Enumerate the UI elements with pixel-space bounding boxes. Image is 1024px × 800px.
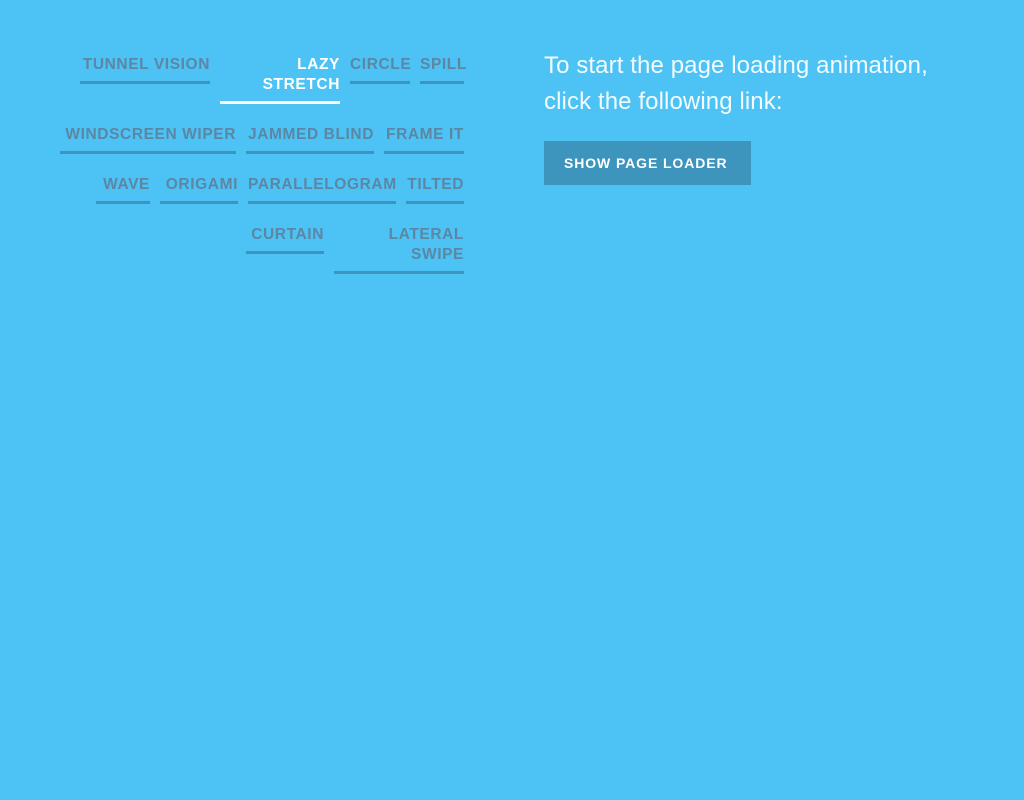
effect-item-lazy-stretch[interactable]: Lazy Stretch: [220, 55, 340, 104]
effect-item-frame-it[interactable]: Frame It: [384, 125, 464, 154]
effect-item-lateral-swipe[interactable]: Lateral Swipe: [334, 225, 464, 274]
show-page-loader-button[interactable]: Show Page Loader: [544, 141, 752, 185]
effect-item-jammed-blind[interactable]: Jammed Blind: [246, 125, 374, 154]
effects-list: Spill Circle Lazy Stretch Tunnel Vision …: [0, 55, 466, 295]
intro-panel: To start the page loading animation, cli…: [544, 48, 964, 185]
effect-item-parallelogram[interactable]: Parallelogram: [248, 175, 396, 204]
effect-item-tilted[interactable]: Tilted: [406, 175, 464, 204]
effect-item-spill[interactable]: Spill: [420, 55, 466, 84]
intro-text: To start the page loading animation, cli…: [544, 52, 928, 115]
effect-item-tunnel-vision[interactable]: Tunnel Vision: [80, 55, 210, 84]
page-root: Spill Circle Lazy Stretch Tunnel Vision …: [0, 0, 1024, 800]
effect-item-circle[interactable]: Circle: [350, 55, 411, 84]
effect-item-wave[interactable]: Wave: [96, 175, 150, 204]
effect-item-origami[interactable]: Origami: [160, 175, 238, 204]
effect-item-curtain[interactable]: Curtain: [246, 225, 324, 254]
effect-item-windscreen-wiper[interactable]: Windscreen Wiper: [60, 125, 236, 154]
effects-panel: Spill Circle Lazy Stretch Tunnel Vision …: [0, 55, 466, 295]
